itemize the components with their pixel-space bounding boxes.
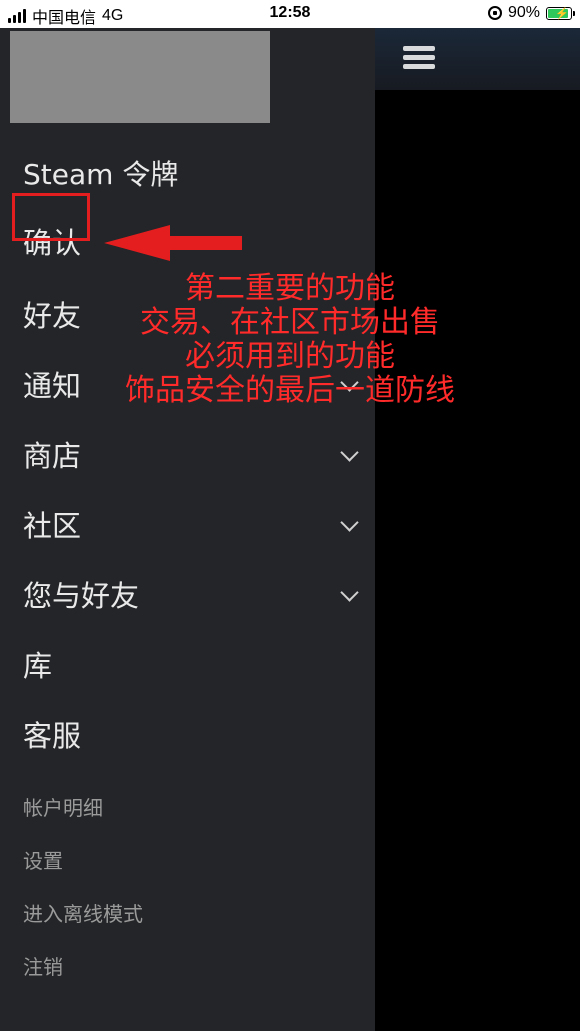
nav-link-account-details[interactable]: 帐户明细: [23, 792, 103, 821]
nav-item-label: 库: [23, 649, 53, 683]
red-arrow-icon: [104, 225, 242, 261]
nav-item-label: 客服: [23, 719, 82, 753]
nav-link-settings[interactable]: 设置: [23, 845, 63, 874]
nav-item-label: 社区: [23, 509, 82, 543]
chevron-down-icon[interactable]: [340, 443, 359, 462]
status-bar: 中国电信 4G 12:58 90% ⚡: [0, 0, 580, 28]
battery-percent: 90%: [507, 4, 540, 21]
nav-item-label: 您与好友: [23, 579, 140, 613]
charging-icon: ⚡: [555, 7, 569, 20]
user-profile-banner[interactable]: [10, 31, 270, 123]
hamburger-menu-icon[interactable]: [403, 46, 435, 70]
orientation-lock-icon: [487, 6, 502, 20]
app-header: [375, 28, 580, 90]
annotation-line-1: 第二重要的功能: [185, 271, 395, 306]
nav-item-community[interactable]: 社区: [0, 501, 375, 551]
nav-item-library[interactable]: 库: [0, 641, 375, 691]
nav-link-offline-mode[interactable]: 进入离线模式: [23, 898, 143, 927]
chevron-down-icon[interactable]: [340, 583, 359, 602]
chevron-down-icon[interactable]: [340, 513, 359, 532]
nav-item-support[interactable]: 客服: [0, 711, 375, 761]
battery-icon: ⚡: [546, 6, 575, 20]
nav-item-store[interactable]: 商店: [0, 431, 375, 481]
annotation-line-3: 必须用到的功能: [185, 339, 395, 374]
nav-link-logout[interactable]: 注销: [23, 951, 63, 980]
navigation-drawer: Steam 令牌 确认 好友 通知 商店 社区 您与好友 库 客服 帐户明细 设…: [0, 28, 375, 1031]
confirm-highlight-box: [12, 193, 90, 241]
status-right: 90% ⚡: [487, 4, 575, 22]
annotation-line-4: 饰品安全的最后一道防线: [125, 373, 455, 408]
annotation-line-2: 交易、在社区市场出售: [140, 305, 440, 340]
nav-item-you-and-friends[interactable]: 您与好友: [0, 571, 375, 621]
nav-item-label: 商店: [23, 439, 82, 473]
